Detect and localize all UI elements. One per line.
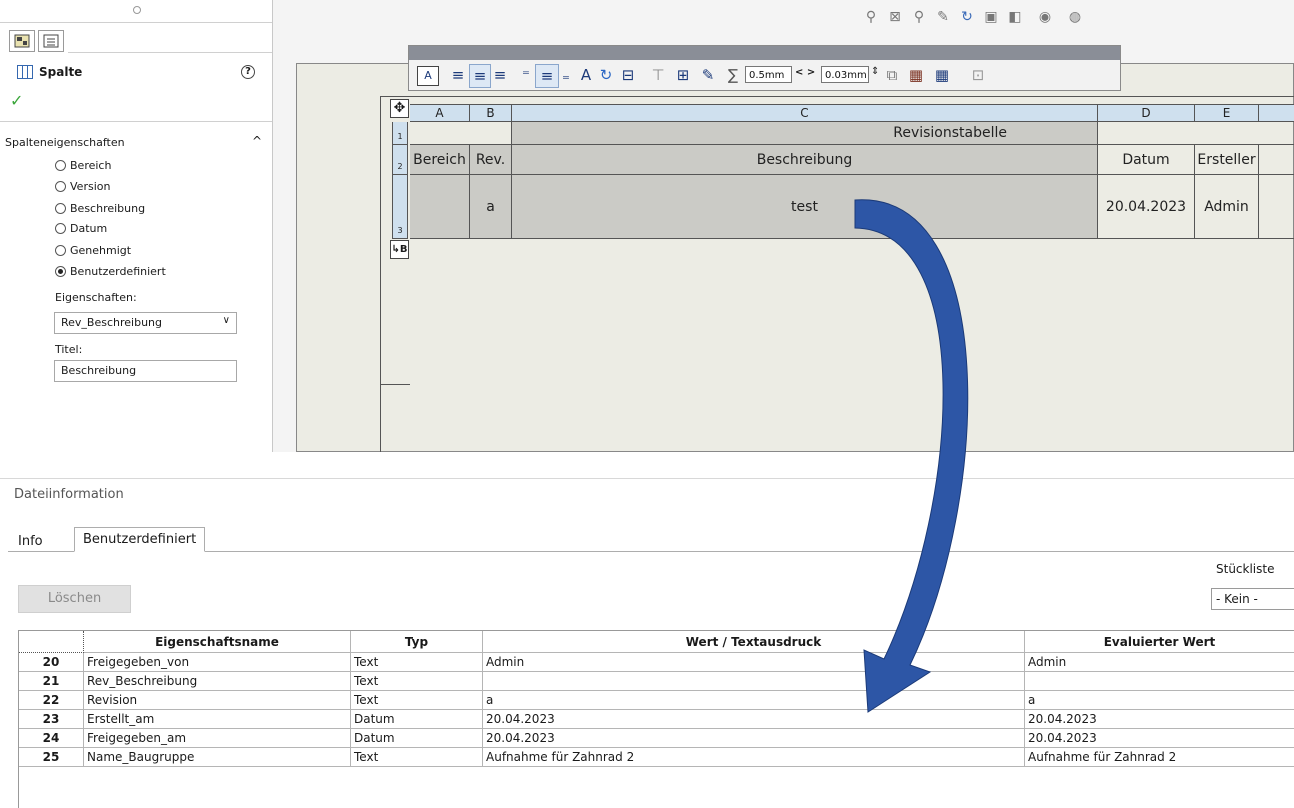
arrow-shape (854, 199, 969, 713)
annotation-arrow (854, 199, 969, 713)
